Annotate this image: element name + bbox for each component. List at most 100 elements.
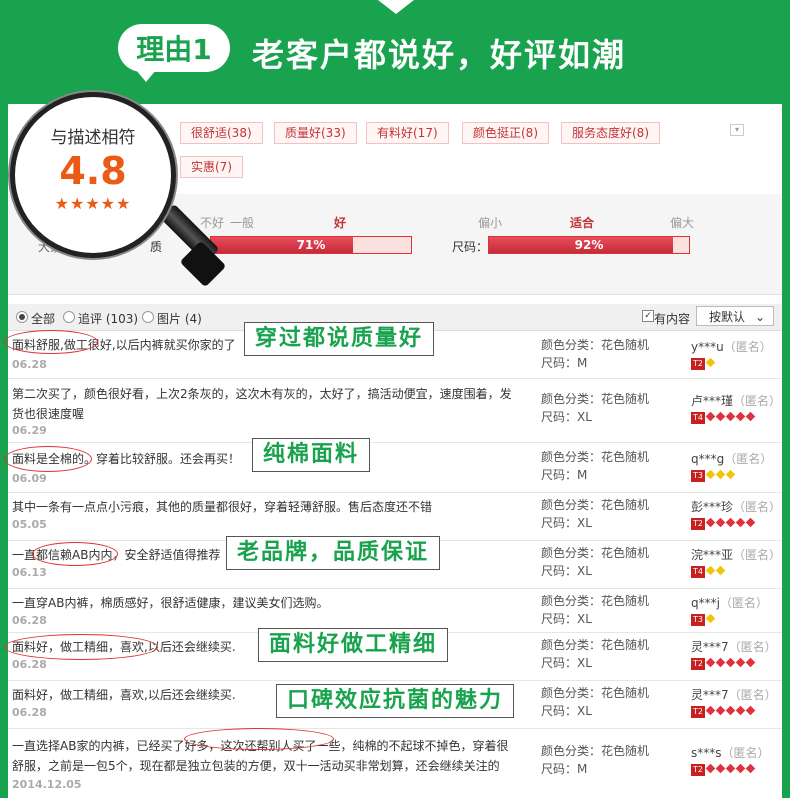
filter-followup-label[interactable]: 追评 (103) (78, 310, 138, 327)
filter-images-label[interactable]: 图片 (4) (157, 310, 202, 327)
tag-item[interactable]: 实惠(7) (180, 156, 243, 178)
level-gem-icon (735, 517, 746, 528)
highlight-circle (32, 542, 118, 566)
review-row: 其中一条有一点点小污痕，其他的质量都很好，穿着轻薄舒服。售后态度还不错 05.0… (8, 492, 782, 541)
size-label-fit: 适合 (570, 216, 595, 230)
level-gem-icon (705, 469, 716, 480)
spec-size: 尺码：XL (541, 612, 592, 626)
highlight-circle (4, 446, 92, 472)
spec-color: 颜色分类：花色随机 (541, 450, 650, 464)
callout-quality: 穿过都说质量好 (244, 322, 435, 356)
radio-followup[interactable] (63, 311, 75, 323)
level-gem-icon (705, 763, 716, 774)
tag-item[interactable]: 很舒适(38) (180, 122, 263, 144)
callout-reputation: 口碑效应抗菌的魅力 (276, 684, 515, 718)
level-gem-icon (745, 657, 756, 668)
level-gem-icon (725, 411, 736, 422)
spec-size: 尺码：XL (541, 410, 592, 424)
level-gem-icon (735, 763, 746, 774)
level-gem-icon (725, 763, 736, 774)
rating-label: 与描述相符 (50, 128, 136, 148)
level-gem-icon (705, 705, 716, 716)
level-gem-icon (745, 517, 756, 528)
review-row: 一直选择AB家的内裤，已经买了好多，这次还帮别人买了一些，纯棉的不起球不掉色，穿… (8, 728, 782, 798)
reviewer-level: T2 (691, 357, 716, 370)
size-prefix: 尺码： (452, 240, 489, 254)
tag-item[interactable]: 颜色挺正(8) (462, 122, 549, 144)
level-gem-icon (735, 705, 746, 716)
review-text: 第二次买了，颜色很好看，上次2条灰的，这次木有灰的，太好了，搞活动便宜，速度围着… (12, 387, 512, 421)
quality-progress-bar: 71% (210, 236, 412, 254)
radio-all[interactable] (16, 311, 28, 323)
rating-score: 4.8 (59, 149, 127, 193)
tag-item[interactable]: 有料好(17) (366, 122, 449, 144)
spec-size: 尺码：XL (541, 704, 592, 718)
review-date: 06.29 (12, 424, 47, 437)
reviewer-level: T3 (691, 613, 716, 626)
spec-size: 尺码：M (541, 762, 588, 776)
review-row: 一直穿AB内裤，棉质感好，很舒适健康，建议美女们选购。 06.28 颜色分类：花… (8, 588, 782, 633)
chevron-down-icon: ⌄ (754, 310, 765, 324)
reviewer-level: T2 (691, 705, 756, 718)
reviewer-name: 浣***亚（匿名） (691, 548, 782, 562)
level-gem-icon (715, 763, 726, 774)
radio-images[interactable] (142, 311, 154, 323)
quality-prefix: 质 (150, 240, 163, 254)
callout-craft: 面料好做工精细 (258, 628, 449, 662)
review-date: 06.13 (12, 566, 47, 579)
level-gem-icon (745, 763, 756, 774)
review-text: 其中一条有一点点小污痕，其他的质量都很好，穿着轻薄舒服。售后态度还不错 (12, 500, 433, 514)
review-date: 06.28 (12, 614, 47, 627)
reviewer-name: y***u（匿名） (691, 340, 772, 354)
level-gem-icon (735, 411, 746, 422)
spec-color: 颜色分类：花色随机 (541, 638, 650, 652)
quality-label-ok: 一般 (230, 216, 255, 230)
rating-magnifier: 与描述相符 4.8 ★★★★★ (10, 92, 176, 258)
spec-color: 颜色分类：花色随机 (541, 392, 650, 406)
spec-color: 颜色分类：花色随机 (541, 686, 650, 700)
reviewer-name: 灵***7（匿名） (691, 688, 777, 702)
spec-size: 尺码：XL (541, 564, 592, 578)
review-date: 06.28 (12, 706, 47, 719)
size-percent: 92% (574, 238, 604, 252)
spec-size: 尺码：XL (541, 516, 592, 530)
spec-color: 颜色分类：花色随机 (541, 498, 650, 512)
spec-color: 颜色分类：花色随机 (541, 338, 650, 352)
tag-item[interactable]: 服务态度好(8) (561, 122, 660, 144)
level-gem-icon (715, 705, 726, 716)
reviewer-name: 灵***7（匿名） (691, 640, 777, 654)
has-content-checkbox[interactable]: ✓ (642, 310, 654, 322)
level-gem-icon (725, 469, 736, 480)
level-gem-icon (715, 411, 726, 422)
reviewer-name: 彭***珍（匿名） (691, 500, 782, 514)
level-gem-icon (725, 657, 736, 668)
reviewer-name: s***s（匿名） (691, 746, 770, 760)
review-text: 一直穿AB内裤，棉质感好，很舒适健康，建议美女们选购。 (12, 596, 329, 610)
level-gem-icon (735, 657, 746, 668)
level-gem-icon (715, 517, 726, 528)
rating-stars: ★★★★★ (54, 194, 132, 213)
level-gem-icon (745, 705, 756, 716)
level-gem-icon (705, 657, 716, 668)
tag-item[interactable]: 质量好(33) (274, 122, 357, 144)
filter-all-label[interactable]: 全部 (31, 310, 55, 327)
highlight-circle (4, 634, 158, 660)
spec-size: 尺码：M (541, 356, 588, 370)
level-gem-icon (725, 517, 736, 528)
sort-dropdown[interactable]: 按默认 ⌄ (696, 306, 774, 326)
reviewer-level: T4 (691, 565, 726, 578)
spec-color: 颜色分类：花色随机 (541, 594, 650, 608)
reviewer-name: 卢***瑾（匿名） (691, 394, 782, 408)
size-label-small: 偏小 (478, 216, 503, 230)
chevron-down-icon[interactable]: ▾ (730, 124, 744, 136)
review-date: 06.28 (12, 658, 47, 671)
reviewer-level: T2 (691, 517, 756, 530)
reviewer-level: T2 (691, 657, 756, 670)
quality-label-bad: 不好 (200, 216, 225, 230)
spec-size: 尺码：XL (541, 656, 592, 670)
review-date: 2014.12.05 (12, 778, 82, 791)
level-gem-icon (705, 411, 716, 422)
highlight-circle (4, 330, 98, 354)
page-title: 老客户都说好，好评如潮 (252, 36, 627, 74)
quality-label-good: 好 (334, 216, 347, 230)
